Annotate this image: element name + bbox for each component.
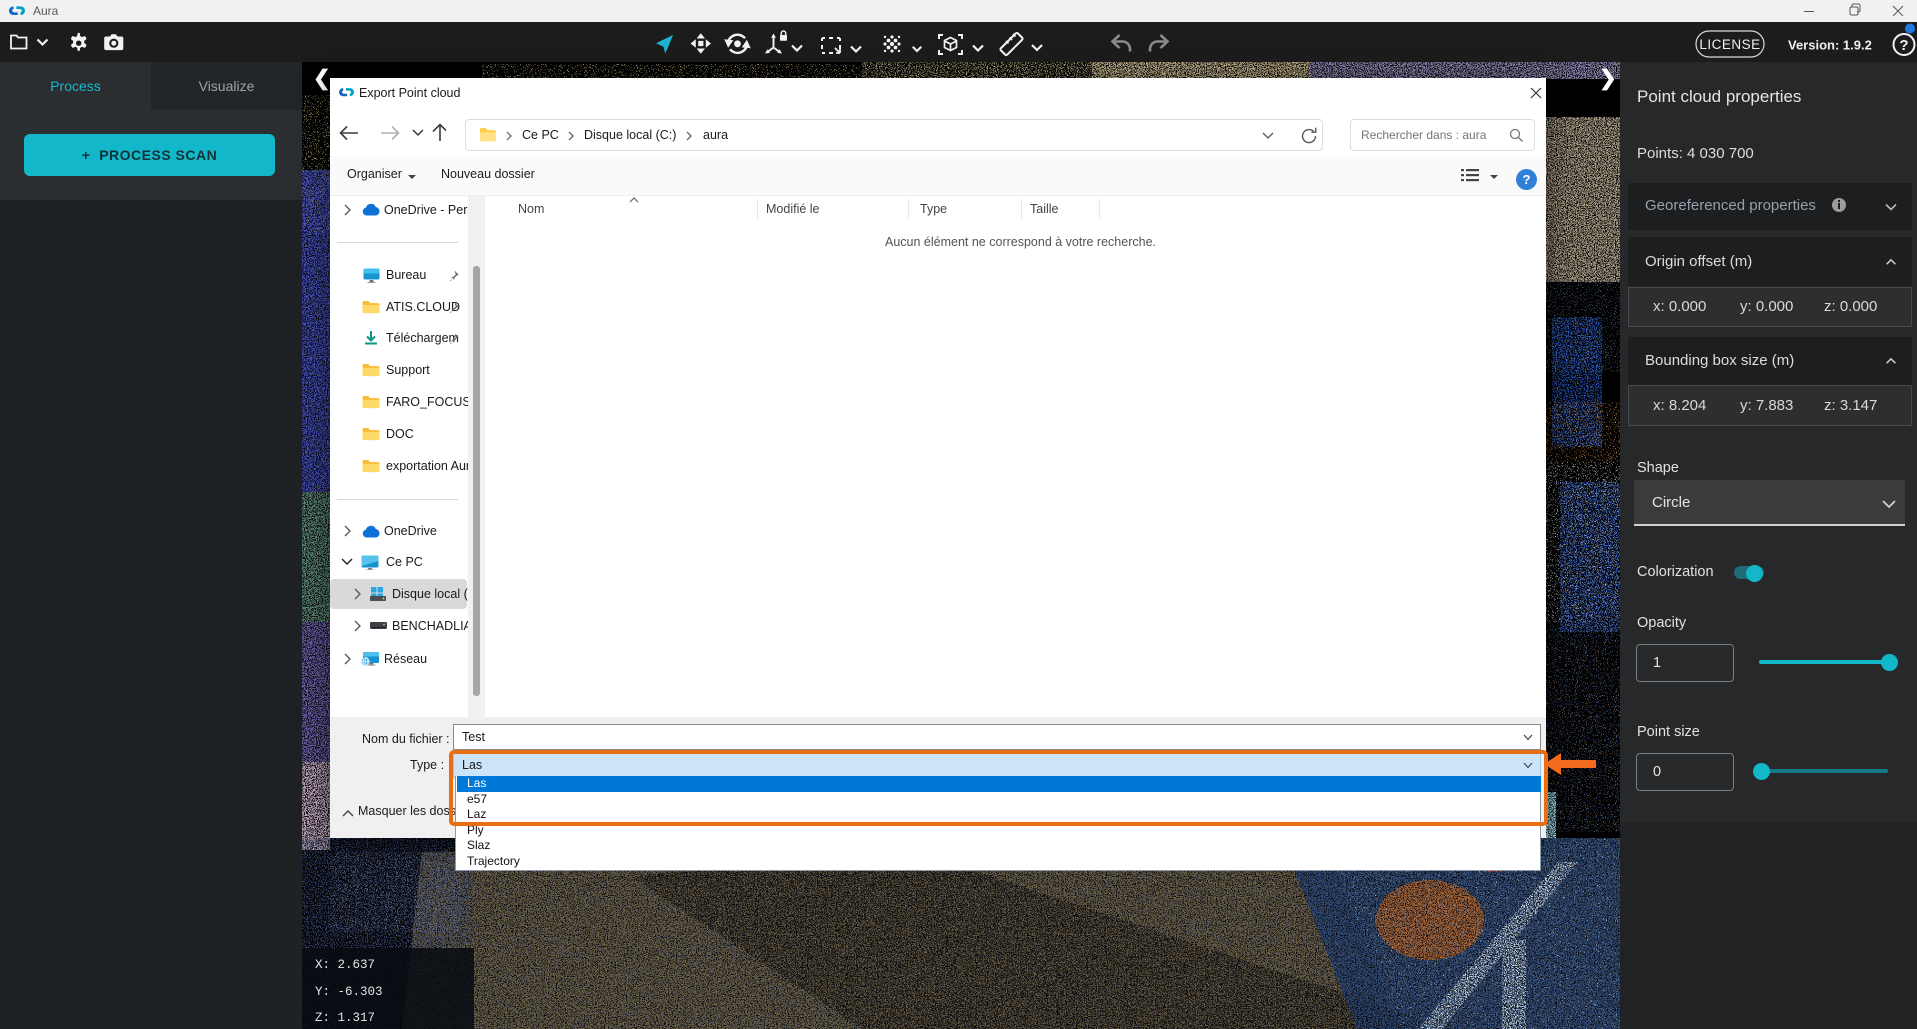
svg-text:LICENSE: LICENSE [1699, 37, 1760, 52]
svg-text:?: ? [1899, 37, 1908, 54]
svg-text:Version: 1.9.2: Version: 1.9.2 [1788, 38, 1872, 53]
